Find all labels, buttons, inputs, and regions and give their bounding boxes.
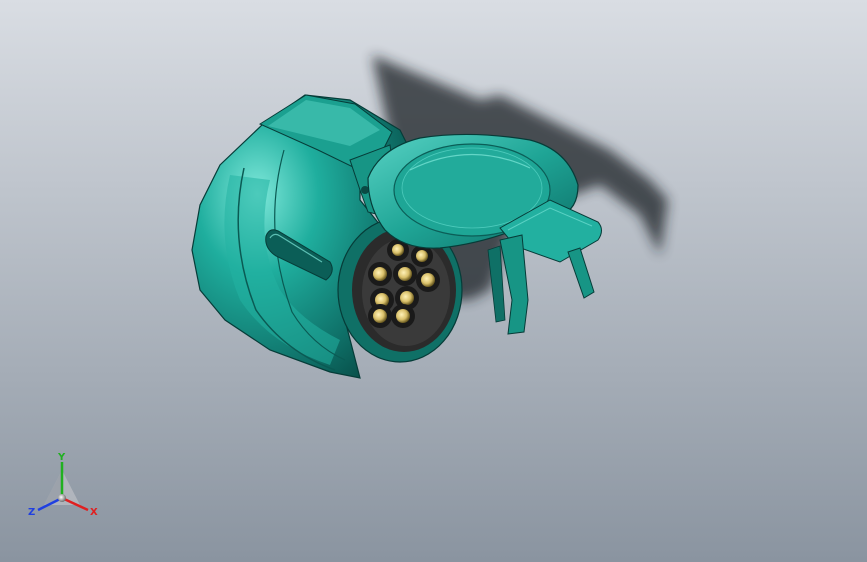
pin: [391, 304, 415, 328]
triad-x-label: X: [90, 507, 98, 518]
triad-y-label: Y: [57, 452, 66, 463]
pin: [368, 262, 392, 286]
cad-scene[interactable]: X Y Z: [0, 0, 867, 562]
pin: [368, 304, 392, 328]
pin: [416, 268, 440, 292]
cad-viewport[interactable]: X Y Z: [0, 0, 867, 562]
triad-z-label: Z: [28, 507, 35, 518]
pin: [393, 262, 417, 286]
